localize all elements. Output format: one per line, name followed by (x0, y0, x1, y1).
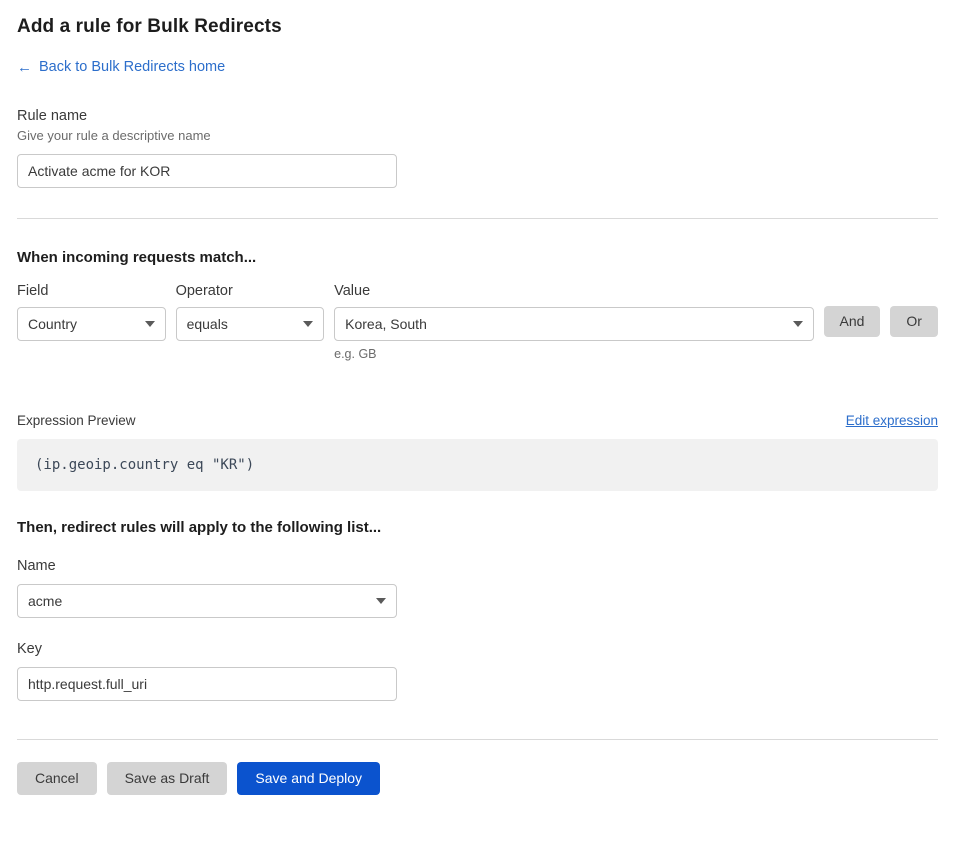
cancel-button[interactable]: Cancel (17, 761, 97, 795)
list-key-input[interactable]: http.request.full_uri (17, 666, 397, 701)
operator-label: Operator (175, 282, 233, 299)
value-hint: e.g. GB (334, 346, 377, 361)
logic-buttons: And Or (823, 283, 938, 337)
page-title: Add a rule for Bulk Redirects (17, 16, 282, 37)
divider-bottom (17, 738, 938, 740)
left-arrow-icon: ← (17, 58, 32, 76)
list-section-title: Then, redirect rules will apply to the f… (17, 518, 382, 536)
value-column: Value Korea, South e.g. GB (334, 282, 814, 361)
field-select[interactable]: Country (17, 306, 166, 341)
chevron-down-icon (792, 320, 803, 327)
chevron-down-icon (303, 320, 314, 327)
edit-expression-link[interactable]: Edit expression (846, 413, 938, 428)
match-section-title: When incoming requests match... (17, 248, 257, 266)
value-select-value: Korea, South (345, 315, 427, 332)
list-name-select[interactable]: acme (17, 583, 397, 618)
expression-header: Expression Preview Edit expression (17, 413, 938, 428)
expression-preview-label: Expression Preview (17, 412, 136, 428)
field-label: Field (17, 282, 49, 299)
redirect-list-section: Then, redirect rules will apply to the f… (17, 519, 938, 701)
list-name-value: acme (28, 592, 63, 609)
add-rule-page: Add a rule for Bulk Redirects ← Back to … (0, 0, 955, 842)
back-to-bulk-redirects-home-link[interactable]: ← Back to Bulk Redirects home (17, 59, 225, 75)
rule-name-input[interactable]: Activate acme for KOR (17, 153, 397, 188)
list-key-label: Key (17, 640, 42, 657)
match-conditions-section: When incoming requests match... Field Co… (17, 249, 938, 361)
chevron-down-icon (376, 597, 386, 604)
save-as-draft-button[interactable]: Save as Draft (106, 761, 228, 795)
chevron-down-icon (144, 320, 155, 327)
save-and-deploy-button[interactable]: Save and Deploy (237, 761, 381, 795)
field-column: Field Country (17, 283, 166, 341)
field-select-value: Country (28, 315, 78, 332)
operator-column: Operator equals (175, 282, 325, 341)
operator-select-value: equals (186, 315, 228, 332)
divider-top (17, 217, 938, 219)
back-link-label: Back to Bulk Redirects home (39, 59, 226, 75)
rule-name-label: Rule name (17, 107, 88, 124)
footer-actions: Cancel Save as Draft Save and Deploy (17, 761, 938, 795)
and-button[interactable]: And (823, 305, 881, 337)
list-name-label: Name (17, 557, 56, 574)
or-button[interactable]: Or (890, 305, 938, 337)
value-select[interactable]: Korea, South (334, 306, 814, 341)
rule-name-help: Give your rule a descriptive name (17, 127, 211, 143)
value-label: Value (334, 282, 371, 299)
rule-name-section: Rule name Give your rule a descriptive n… (17, 108, 938, 188)
expression-preview-code: (ip.geoip.country eq "KR") (17, 438, 938, 491)
operator-select[interactable]: equals (175, 306, 325, 341)
condition-row: Field Country Operator equals Value Kore… (17, 283, 938, 361)
expression-preview-section: Expression Preview Edit expression (ip.g… (17, 413, 938, 491)
